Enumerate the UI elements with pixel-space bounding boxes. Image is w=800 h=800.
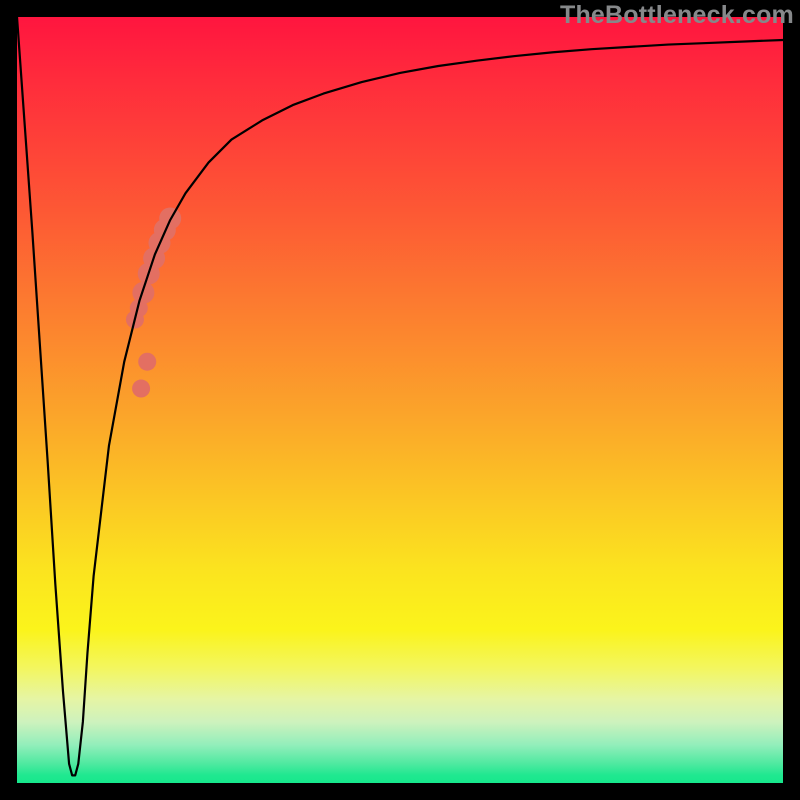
chart-stage: TheBottleneck.com xyxy=(0,0,800,800)
bottleneck-curve-path xyxy=(17,17,783,775)
curve-marker xyxy=(132,282,154,304)
marker-group xyxy=(126,207,181,397)
curve-marker xyxy=(132,380,150,398)
chart-overlay xyxy=(17,17,783,783)
curve-marker xyxy=(138,353,156,371)
